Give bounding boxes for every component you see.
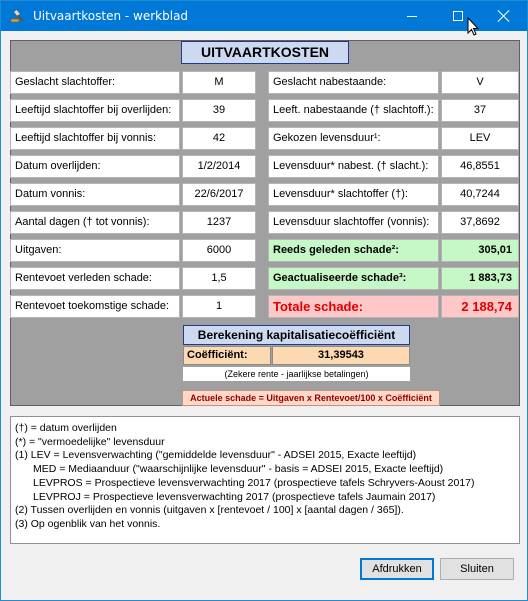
coefficient-note: (Zekere rente - jaarlijkse betalingen) — [183, 367, 410, 381]
value-levensduur-vonnis: 37,8692 — [441, 211, 519, 234]
coefficient-value: 31,39543 — [272, 346, 410, 365]
label-levensduur-nabest: Levensduur* nabest. († slacht.): — [268, 155, 439, 178]
value-levensduur-slachtoffer: 40,7244 — [441, 183, 519, 206]
label-geslacht-slachtoffer: Geslacht slachtoffer: — [10, 71, 180, 94]
formula-box: Actuele schade = Uitgaven x Rentevoet/10… — [182, 390, 440, 406]
note-line: (†) = datum overlijden — [15, 422, 117, 434]
note-line: LEVPROJ = Prospectieve levensverwachting… — [33, 490, 436, 503]
label-gekozen-levensduur: Gekozen levensduur¹: — [268, 127, 439, 150]
value-reeds-geleden-schade: 305,01 — [441, 239, 519, 262]
note-line: (2) Tussen overlijden en vonnis (uitgave… — [15, 504, 404, 517]
value-gekozen-levensduur: LEV — [441, 127, 519, 150]
value-datum-vonnis: 22/6/2017 — [182, 183, 256, 206]
minimize-button[interactable] — [389, 1, 435, 31]
coefficient-title: Berekening kapitalisatiecoëfficiënt — [183, 325, 410, 345]
label-datum-vonnis: Datum vonnis: — [10, 183, 180, 206]
label-geactualiseerde-schade: Geactualiseerde schade³: — [268, 267, 439, 290]
label-leeft-nabestaande: Leeft. nabestaande († slachtoff.): — [268, 99, 439, 122]
close-window-button[interactable] — [481, 1, 527, 31]
title-bar[interactable]: Uitvaartkosten - werkblad — [1, 1, 527, 31]
note-line: (1) LEV = Levensverwachting ("gemiddelde… — [15, 449, 417, 462]
value-leeftijd-overlijden: 39 — [182, 99, 256, 122]
note-line: MED = Mediaanduur ("waarschijnlijke leve… — [33, 463, 444, 476]
value-levensduur-nabest: 46,8551 — [441, 155, 519, 178]
print-button[interactable]: Afdrukken — [360, 558, 434, 580]
label-rentevoet-verleden: Rentevoet verleden schade: — [10, 267, 180, 290]
value-geslacht-nabestaande: V — [441, 71, 519, 94]
notes-box: (†) = datum overlijden (*) = "vermoedeli… — [10, 416, 520, 544]
note-line: (*) = "vermoedelijke" levensduur — [15, 435, 165, 448]
minimize-icon — [407, 15, 417, 17]
label-levensduur-slachtoffer: Levensduur* slachtoffer (†): — [268, 183, 439, 206]
note-line: (3) Op ogenblik van het vonnis. — [15, 517, 161, 530]
label-totale-schade: Totale schade: — [268, 295, 439, 318]
close-icon — [498, 10, 510, 22]
value-rentevoet-verleden: 1,5 — [182, 267, 256, 290]
value-datum-overlijden: 1/2/2014 — [182, 155, 256, 178]
page-title: UITVAARTKOSTEN — [181, 41, 349, 64]
mouse-cursor-icon — [467, 17, 479, 36]
label-reeds-geleden-schade: Reeds geleden schade²: — [268, 239, 439, 262]
gavel-icon — [10, 8, 24, 23]
label-leeftijd-vonnis: Leeftijd slachtoffer bij vonnis: — [10, 127, 180, 150]
label-levensduur-vonnis: Levensduur slachtoffer (vonnis): — [268, 211, 439, 234]
close-button[interactable]: Sluiten — [440, 558, 514, 580]
value-totale-schade: 2 188,74 — [441, 295, 519, 318]
label-aantal-dagen: Aantal dagen († tot vonnis): — [10, 211, 180, 234]
value-uitgaven: 6000 — [182, 239, 256, 262]
coefficient-label: Coëfficiënt: — [183, 346, 271, 365]
value-geslacht-slachtoffer: M — [182, 71, 256, 94]
window-title: Uitvaartkosten - werkblad — [33, 9, 189, 23]
label-rentevoet-toekomst: Rentevoet toekomstige schade: — [10, 295, 180, 318]
maximize-icon — [453, 11, 463, 21]
value-leeftijd-vonnis: 42 — [182, 127, 256, 150]
app-window: Uitvaartkosten - werkblad UITVAARTKOSTEN… — [0, 0, 528, 601]
label-leeftijd-overlijden: Leeftijd slachtoffer bij overlijden: — [10, 99, 180, 122]
value-leeft-nabestaande: 37 — [441, 99, 519, 122]
value-rentevoet-toekomst: 1 — [182, 295, 256, 318]
label-uitgaven: Uitgaven: — [10, 239, 180, 262]
label-geslacht-nabestaande: Geslacht nabestaande: — [268, 71, 439, 94]
value-aantal-dagen: 1237 — [182, 211, 256, 234]
value-geactualiseerde-schade: 1 883,73 — [441, 267, 519, 290]
label-datum-overlijden: Datum overlijden: — [10, 155, 180, 178]
note-line: LEVPROS = Prospectieve levensverwachting… — [33, 476, 475, 489]
